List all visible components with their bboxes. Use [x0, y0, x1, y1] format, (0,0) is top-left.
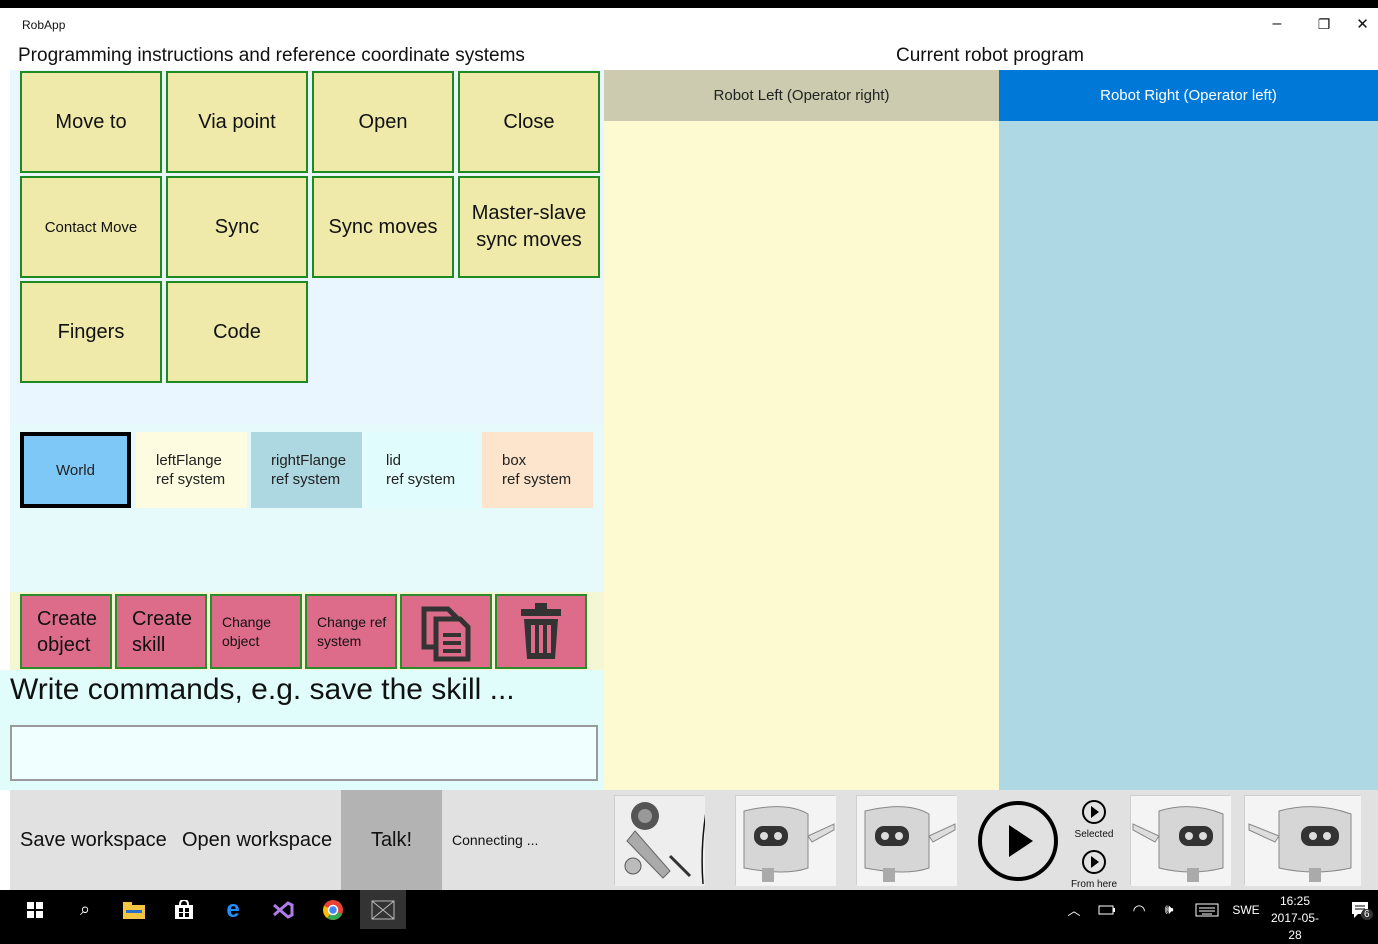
notification-count: 6 — [1361, 909, 1373, 920]
play-selected-icon — [1082, 800, 1106, 824]
windows-logo-icon — [27, 901, 43, 918]
instruction-button[interactable]: Code — [166, 281, 308, 383]
left-section-title: Programming instructions and reference c… — [18, 45, 525, 66]
copy-button[interactable] — [400, 594, 492, 669]
trash-icon — [521, 602, 561, 659]
action-label: Change ref system — [317, 613, 387, 649]
instruction-button[interactable]: Via point — [166, 71, 308, 173]
search-icon[interactable]: ⌕ — [70, 890, 100, 929]
ref-system-tile[interactable]: World — [20, 432, 131, 508]
play-from-here-label: From here — [1070, 879, 1118, 890]
minimize-button[interactable]: – — [1254, 10, 1300, 38]
close-button[interactable]: ✕ — [1347, 10, 1378, 38]
robot-head-image — [736, 796, 836, 886]
instruction-button[interactable]: Sync — [166, 176, 308, 278]
instruction-button[interactable]: Sync moves — [312, 176, 454, 278]
ref-system-label: World — [56, 461, 95, 479]
visual-studio-icon[interactable] — [268, 890, 298, 929]
action-button[interactable]: Change object — [210, 594, 302, 669]
save-workspace-button[interactable]: Save workspace — [20, 790, 167, 890]
robot-left-program-list[interactable] — [604, 121, 999, 790]
language-indicator[interactable]: SWE — [1230, 890, 1262, 929]
notifications-button[interactable]: 6 — [1348, 890, 1374, 929]
chrome-icon[interactable] — [318, 890, 348, 929]
action-label: Create object — [37, 607, 98, 656]
play-from-here-button[interactable]: From here — [1066, 848, 1122, 894]
chevron-up-icon[interactable]: ︿ — [1064, 890, 1084, 929]
play-selected-button[interactable]: Selected — [1068, 798, 1120, 844]
copy-icon — [421, 606, 471, 661]
instruction-button[interactable]: Master-slave sync moves — [458, 176, 600, 278]
instruction-button[interactable]: Fingers — [20, 281, 162, 383]
play-icon — [978, 801, 1058, 881]
instruction-button[interactable]: Open — [312, 71, 454, 173]
play-button[interactable] — [975, 798, 1061, 884]
wifi-icon[interactable]: ◠ — [1128, 890, 1150, 929]
robot-head-image — [857, 796, 957, 886]
robot-head-image — [1131, 796, 1231, 886]
robot-thumbnail[interactable] — [1130, 795, 1231, 886]
open-workspace-button[interactable]: Open workspace — [182, 790, 332, 890]
robot-thumbnail[interactable] — [735, 795, 836, 886]
instruction-button[interactable]: Close — [458, 71, 600, 173]
ref-system-label: lid ref system — [386, 452, 456, 488]
edge-browser-icon[interactable]: e — [218, 890, 248, 929]
right-section-title: Current robot program — [896, 45, 1084, 66]
clock-date: 2017-05-28 — [1270, 911, 1320, 942]
keyboard-icon[interactable] — [1194, 890, 1220, 929]
gripper-camera-image — [615, 796, 708, 886]
battery-icon[interactable] — [1096, 890, 1118, 929]
talk-button[interactable]: Talk! — [341, 790, 442, 890]
taskbar: ⌕ e ︿ ◠ 🕪 SWE 16:25 2017-05-28 6 — [0, 890, 1378, 942]
robot-thumbnail[interactable] — [1244, 795, 1361, 886]
ref-system-tile[interactable]: rightFlange ref system — [251, 432, 362, 508]
title-bar: RobApp – ❐ ✕ — [0, 8, 1378, 40]
camera-thumbnail[interactable] — [614, 795, 708, 886]
file-explorer-icon[interactable] — [119, 890, 149, 929]
action-button[interactable]: Create skill — [115, 594, 207, 669]
play-from-here-icon — [1082, 850, 1106, 874]
ref-system-tile[interactable]: box ref system — [482, 432, 593, 508]
restore-button[interactable]: ❐ — [1301, 10, 1347, 38]
robot-right-program-list[interactable] — [999, 121, 1378, 790]
start-button[interactable] — [20, 890, 50, 929]
instruction-button[interactable]: Move to — [20, 71, 162, 173]
clock[interactable]: 16:25 2017-05-28 — [1268, 893, 1322, 944]
ref-system-label: rightFlange ref system — [271, 452, 347, 488]
store-icon[interactable] — [169, 890, 199, 929]
ref-system-tile[interactable]: leftFlange ref system — [136, 432, 247, 508]
volume-icon[interactable]: 🕪 — [1158, 890, 1180, 929]
instruction-button[interactable]: Contact Move — [20, 176, 162, 278]
command-label: Write commands, e.g. save the skill ... — [10, 673, 515, 706]
delete-button[interactable] — [495, 594, 587, 669]
action-button[interactable]: Change ref system — [305, 594, 397, 669]
robot-head-image — [1245, 796, 1361, 886]
app-window: RobApp – ❐ ✕ Programming instructions an… — [0, 8, 1378, 890]
ref-system-label: box ref system — [502, 452, 572, 488]
action-label: Create skill — [132, 607, 193, 656]
robot-thumbnail[interactable] — [856, 795, 957, 886]
robot-right-header[interactable]: Robot Right (Operator left) — [999, 70, 1378, 121]
ref-system-tile[interactable]: lid ref system — [366, 432, 477, 508]
action-label: Change object — [222, 613, 272, 649]
play-selected-label: Selected — [1074, 829, 1114, 840]
screen: { "window": { "title": "RobApp", "contro… — [0, 0, 1378, 942]
clock-time: 16:25 — [1279, 894, 1311, 908]
action-button[interactable]: Create object — [20, 594, 112, 669]
connection-status: Connecting ... — [452, 832, 539, 848]
command-input[interactable] — [10, 725, 598, 781]
robot-left-header[interactable]: Robot Left (Operator right) — [604, 70, 999, 121]
robapp-taskbar-icon[interactable] — [360, 890, 406, 929]
ref-system-label: leftFlange ref system — [156, 452, 226, 488]
app-title: RobApp — [22, 18, 66, 32]
